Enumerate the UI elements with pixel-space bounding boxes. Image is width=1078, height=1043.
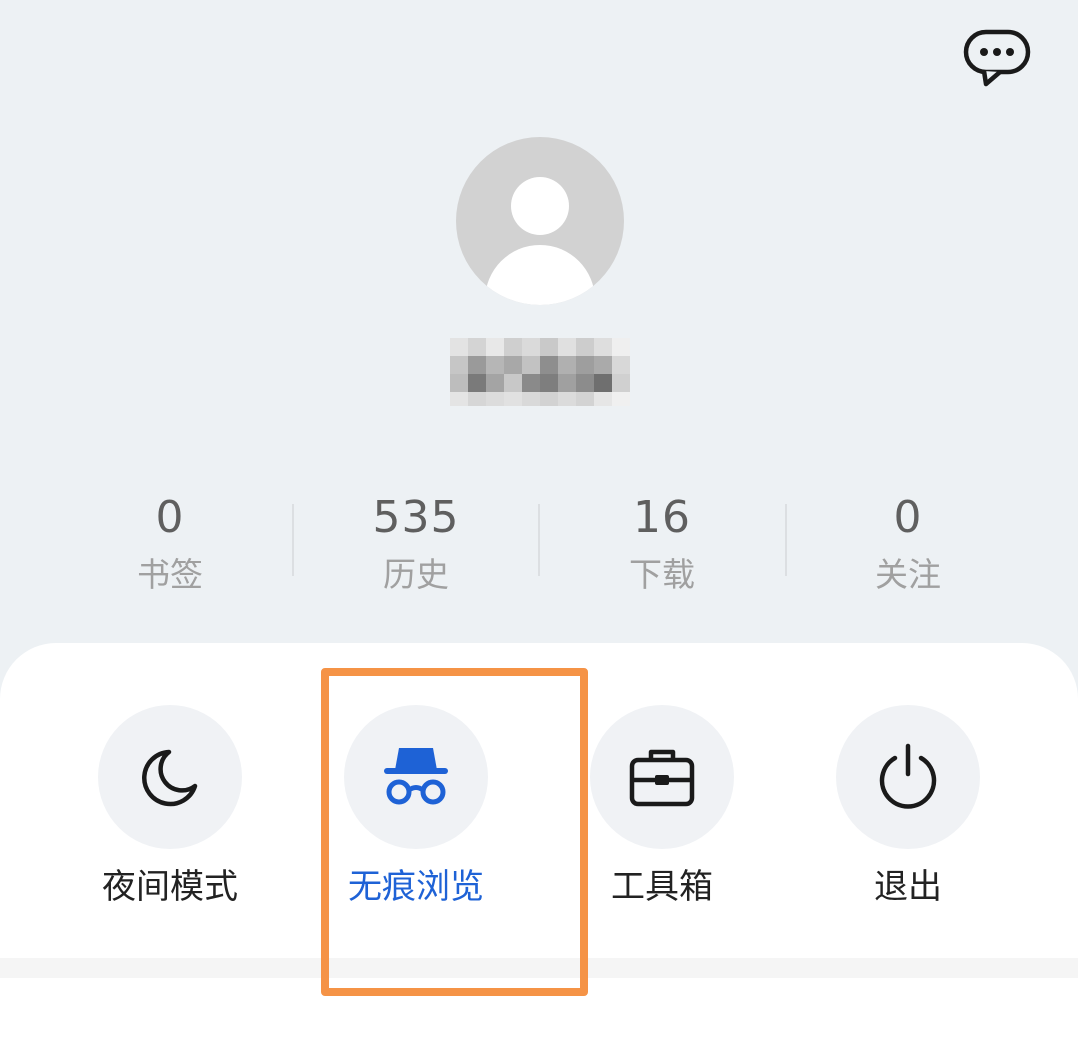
power-icon bbox=[879, 743, 937, 809]
username-blurred bbox=[440, 328, 650, 410]
stat-divider bbox=[292, 504, 294, 576]
tool-icon-circle bbox=[98, 705, 242, 849]
toolbox-icon bbox=[629, 749, 695, 807]
stat-divider bbox=[785, 504, 787, 576]
stat-label: 历史 bbox=[383, 555, 449, 594]
stat-label: 关注 bbox=[875, 555, 941, 594]
highlight-box bbox=[321, 668, 588, 996]
stat-history[interactable]: 535 历史 bbox=[293, 492, 539, 594]
avatar-body-shape bbox=[485, 245, 595, 305]
tool-label: 退出 bbox=[874, 867, 942, 907]
stat-value: 0 bbox=[155, 492, 185, 543]
stat-downloads[interactable]: 16 下载 bbox=[539, 492, 785, 594]
chat-bubble-icon bbox=[963, 29, 1031, 87]
moon-icon bbox=[142, 749, 198, 807]
stat-following[interactable]: 0 关注 bbox=[785, 492, 1031, 594]
stat-value: 535 bbox=[372, 492, 460, 543]
tool-icon-circle bbox=[590, 705, 734, 849]
tool-exit[interactable]: 退出 bbox=[785, 705, 1031, 915]
stat-value: 0 bbox=[893, 492, 923, 543]
stat-label: 书签 bbox=[137, 555, 203, 594]
chat-button[interactable] bbox=[958, 24, 1034, 88]
avatar[interactable] bbox=[456, 137, 624, 305]
stat-label: 下载 bbox=[629, 555, 695, 594]
avatar-head-shape bbox=[511, 177, 569, 235]
stat-value: 16 bbox=[633, 492, 691, 543]
tool-label: 夜间模式 bbox=[102, 867, 238, 907]
tool-night-mode[interactable]: 夜间模式 bbox=[47, 705, 293, 915]
tool-icon-circle bbox=[836, 705, 980, 849]
stat-divider bbox=[538, 504, 540, 576]
stat-bookmarks[interactable]: 0 书签 bbox=[47, 492, 293, 594]
